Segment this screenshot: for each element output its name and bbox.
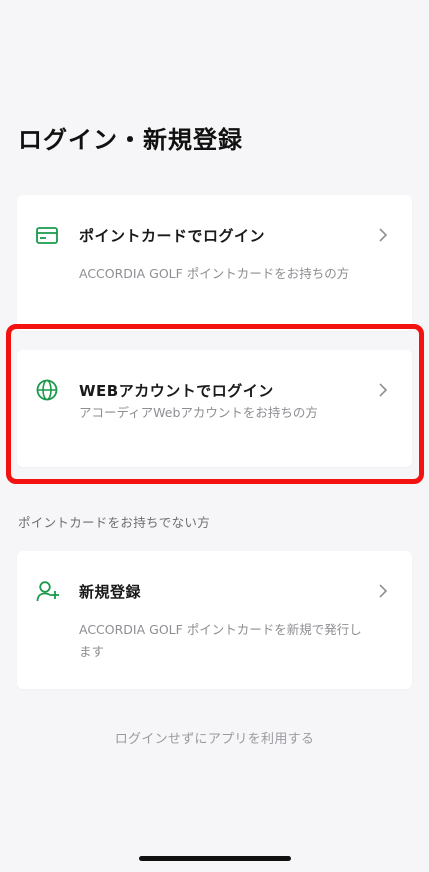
chevron-right-icon xyxy=(376,584,390,598)
home-indicator xyxy=(139,856,291,861)
add-user-icon xyxy=(36,579,62,603)
highlight-box xyxy=(6,324,424,484)
new-registration-description: ACCORDIA GOLF ポイントカードを新規で発行します xyxy=(79,622,362,659)
new-registration-option[interactable]: 新規登録 ACCORDIA GOLF ポイントカードを新規で発行します xyxy=(17,551,412,689)
new-registration-row: 新規登録 xyxy=(36,579,412,603)
point-card-login-description: ACCORDIA GOLF ポイントカードをお持ちの方 xyxy=(79,266,350,281)
skip-login-link[interactable]: ログインせずにアプリを利用する xyxy=(0,728,429,747)
login-register-screen: ログイン・新規登録 ポイントカードでログイン ACCORDIA GOLF ポイン… xyxy=(0,0,429,872)
point-card-login-row: ポイントカードでログイン xyxy=(36,223,412,247)
card-icon xyxy=(36,223,62,247)
new-registration-title: 新規登録 xyxy=(79,582,142,601)
point-card-login-title: ポイントカードでログイン xyxy=(79,226,266,245)
chevron-right-icon xyxy=(376,228,390,242)
page-title: ログイン・新規登録 xyxy=(18,126,243,154)
section-label: ポイントカードをお持ちでない方 xyxy=(18,515,211,530)
point-card-login-option[interactable]: ポイントカードでログイン ACCORDIA GOLF ポイントカードをお持ちの方 xyxy=(17,195,412,331)
